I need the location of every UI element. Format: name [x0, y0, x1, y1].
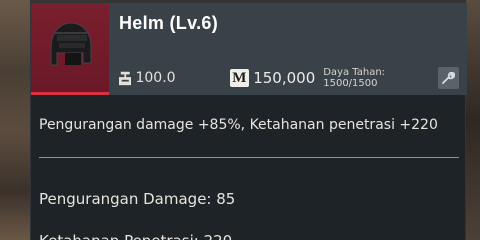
item-effect-summary: Pengurangan damage +85%, Ketahanan penet… [39, 117, 438, 133]
item-thumbnail [31, 3, 109, 95]
repair-button[interactable] [437, 67, 459, 89]
helmet-icon [50, 22, 92, 66]
wrench-icon [442, 71, 456, 84]
detail-damage-reduction: Pengurangan Damage: 85 [39, 190, 236, 208]
item-stats-row: 100.0 M 150,000 Daya Tahan: 1500/1500 [119, 67, 459, 89]
background-scene-right [466, 0, 480, 240]
weight-icon [119, 71, 132, 86]
item-weight: 100.0 [135, 70, 176, 86]
detail-penetration-resistance: Ketahanan Penetrasi: 220 [39, 232, 232, 240]
item-price: 150,000 [253, 69, 316, 87]
item-header: Helm (Lv.6) 100.0 M 150,000 Daya Tahan: … [31, 3, 467, 95]
divider [39, 157, 459, 158]
money-icon: M [229, 69, 250, 87]
item-durability: Daya Tahan: 1500/1500 [323, 67, 386, 89]
item-tooltip-panel: Helm (Lv.6) 100.0 M 150,000 Daya Tahan: … [30, 2, 467, 240]
background-scene-left [0, 0, 30, 240]
item-title: Helm (Lv.6) [119, 13, 218, 33]
